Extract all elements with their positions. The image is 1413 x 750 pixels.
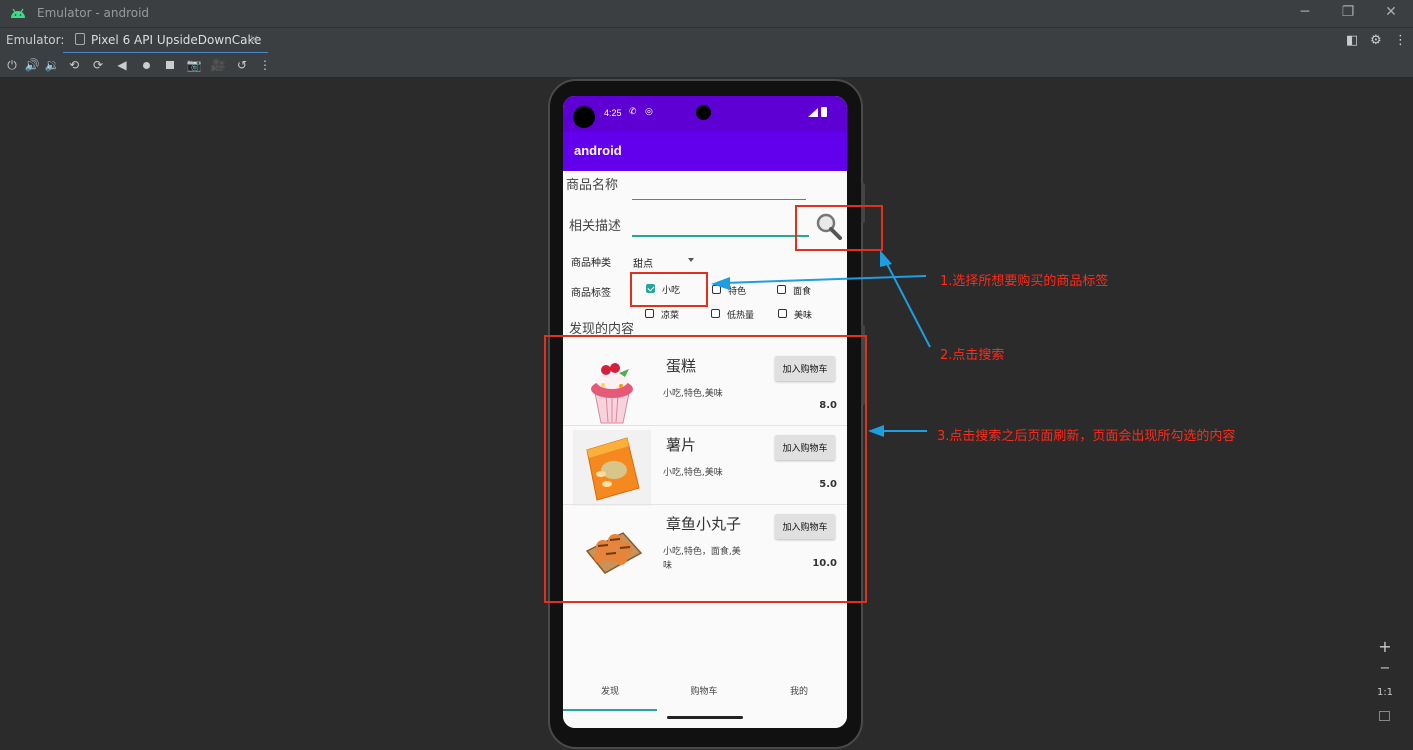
- home-icon[interactable]: [138, 57, 154, 73]
- app-bar: android: [563, 132, 847, 171]
- camera-hole: [573, 106, 595, 128]
- emulator-tabbar: Emulator: Pixel 6 API UpsideDownCake × ◧…: [0, 27, 1413, 54]
- checkbox[interactable]: [778, 309, 787, 318]
- category-label: 商品种类: [571, 258, 611, 269]
- overview-icon[interactable]: [162, 57, 178, 73]
- arrow-2: [885, 261, 931, 348]
- tag-label: 低热量: [727, 311, 755, 321]
- nav-mine[interactable]: 我的: [752, 684, 846, 697]
- tag-label: 凉菜: [661, 311, 680, 321]
- zoom-controls: + − 1:1: [1373, 633, 1397, 729]
- device-icon: [75, 33, 85, 45]
- back-icon[interactable]: ◀: [114, 57, 130, 73]
- battery-icon: [821, 107, 827, 117]
- android-icon: [11, 8, 25, 18]
- layout-icon[interactable]: ◧: [1346, 33, 1358, 48]
- zoom-out-button[interactable]: −: [1373, 661, 1397, 676]
- tags-label: 商品标签: [571, 288, 611, 299]
- tab-pixel6[interactable]: Pixel 6 API UpsideDownCake ×: [63, 28, 268, 54]
- sync-icon: ◎: [645, 107, 653, 117]
- checkbox[interactable]: [711, 309, 720, 318]
- tag-label: 特色: [728, 287, 747, 297]
- nav-discover[interactable]: 发现: [563, 684, 657, 697]
- nav-cart[interactable]: 购物车: [657, 684, 751, 697]
- name-input[interactable]: [632, 199, 806, 200]
- more-options-icon[interactable]: ⋮: [257, 57, 273, 73]
- tab-label: Pixel 6 API UpsideDownCake: [91, 33, 262, 47]
- record-icon[interactable]: 🎥: [210, 57, 226, 73]
- minimize-icon[interactable]: ─: [1295, 4, 1315, 20]
- front-camera: [696, 105, 711, 120]
- emulator-label: Emulator:: [6, 33, 65, 47]
- results-highlight-box: [544, 335, 867, 603]
- annotation-step2: 2.点击搜索: [940, 348, 1005, 363]
- gear-icon[interactable]: ⚙: [1370, 33, 1382, 48]
- category-value: 甜点: [633, 259, 653, 270]
- camera-icon[interactable]: 📷: [186, 57, 202, 73]
- nav-active-indicator: [563, 709, 657, 711]
- restore-icon[interactable]: ❐: [1338, 4, 1358, 20]
- close-icon[interactable]: ✕: [1381, 4, 1401, 20]
- gesture-bar[interactable]: [667, 716, 743, 719]
- arrow-3-head: [868, 425, 884, 437]
- phone-call-icon: ✆: [629, 107, 637, 117]
- desc-input[interactable]: [632, 235, 809, 237]
- volume-down-icon[interactable]: 🔉: [44, 57, 60, 73]
- app-title: android: [574, 143, 622, 158]
- power-icon[interactable]: ⏻: [4, 57, 20, 73]
- rotate-left-icon[interactable]: ⟲: [66, 57, 82, 73]
- status-bar: 4:25 ✆ ◎: [563, 96, 847, 132]
- zoom-in-button[interactable]: +: [1373, 637, 1397, 656]
- fit-screen-icon[interactable]: [1379, 711, 1390, 721]
- bottom-navigation: 发现 购物车 我的: [563, 671, 847, 728]
- tag-highlight-box: [630, 272, 708, 307]
- arrow-2-head: [880, 250, 892, 267]
- annotation-step3: 3.点击搜索之后页面刷新，页面会出现所勾选的内容: [937, 429, 1236, 444]
- chevron-down-icon: [688, 258, 694, 262]
- desc-label: 相关描述: [569, 219, 622, 234]
- tag-label: 美味: [794, 311, 813, 321]
- emulator-toolbar: ⏻ 🔊 🔉 ⟲ ⟳ ◀ 📷 🎥 ↺ ⋮: [0, 53, 1413, 77]
- status-time: 4:25: [604, 108, 622, 118]
- search-highlight-box: [795, 205, 883, 251]
- window-titlebar: Emulator - android ─ ❐ ✕: [0, 0, 1413, 27]
- annotation-step1: 1.选择所想要购买的商品标签: [940, 274, 1109, 289]
- tab-close-icon[interactable]: ×: [249, 32, 259, 46]
- checkbox[interactable]: [645, 309, 654, 318]
- volume-up-icon[interactable]: 🔊: [24, 57, 40, 73]
- name-label: 商品名称: [566, 178, 619, 193]
- more-icon[interactable]: ⋮: [1394, 33, 1407, 48]
- window-title: Emulator - android: [37, 6, 150, 20]
- snapshot-icon[interactable]: ↺: [234, 57, 250, 73]
- tag-label: 面食: [793, 287, 812, 297]
- checkbox[interactable]: [712, 285, 721, 294]
- checkbox[interactable]: [777, 285, 786, 294]
- zoom-ratio-button[interactable]: 1:1: [1373, 687, 1397, 698]
- rotate-right-icon[interactable]: ⟳: [90, 57, 106, 73]
- signal-icon: [808, 108, 818, 117]
